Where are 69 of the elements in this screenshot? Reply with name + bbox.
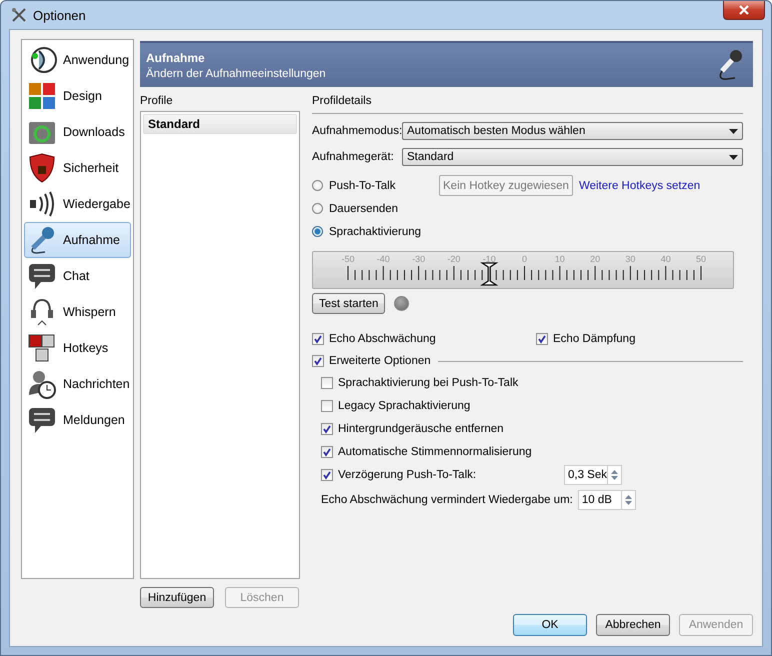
checkbox[interactable]: [312, 333, 324, 345]
hotkey-button[interactable]: Kein Hotkey zugewiesen: [439, 175, 573, 196]
close-icon: [738, 5, 750, 15]
spin-arrows-icon[interactable]: [607, 466, 621, 484]
option-label: Hintergrundgeräusche entfernen: [338, 422, 504, 434]
category-item[interactable]: Anwendung: [24, 42, 131, 78]
option-label: Automatische Stimmennormalisierung: [338, 446, 532, 458]
option-label: Verzögerung Push-To-Talk:: [338, 468, 478, 480]
slider-handle[interactable]: [480, 262, 498, 286]
checkbox[interactable]: [321, 376, 333, 388]
scale-labels: -50 -40 -30 -20 -10 0 10 20 30 40 50: [342, 254, 706, 264]
tools-icon: [11, 7, 27, 23]
category-item[interactable]: Nachrichten: [24, 366, 131, 402]
page-title: Aufnahme: [146, 50, 206, 64]
hotkeys-link[interactable]: Weitere Hotkeys setzen: [578, 180, 700, 192]
radio-label: Dauersenden: [329, 202, 400, 214]
dropdown[interactable]: Standard: [402, 148, 743, 166]
spin-arrows-icon[interactable]: [620, 490, 635, 508]
tiles-icon: [27, 81, 57, 111]
caret-icon: [729, 128, 738, 134]
profile-button[interactable]: Hinzufügen: [140, 587, 214, 608]
close-button[interactable]: [723, 1, 765, 20]
details-label: Profildetails: [312, 94, 372, 109]
checkbox[interactable]: [312, 355, 324, 367]
category-item[interactable]: Chat: [24, 258, 131, 294]
dialog-button[interactable]: Abbrechen: [596, 614, 670, 636]
field-label: Aufnahmemodus:: [312, 125, 402, 137]
radio-button[interactable]: [312, 203, 323, 214]
radio-button[interactable]: [312, 226, 323, 237]
shield-icon: [27, 153, 57, 183]
radio-label: Sprachaktivierung: [329, 226, 422, 238]
keys-icon: [27, 333, 57, 363]
spin-box[interactable]: 10 dB: [578, 490, 636, 510]
speaker-icon: [27, 189, 57, 219]
category-item[interactable]: Downloads: [24, 114, 131, 150]
field-label: Aufnahmegerät:: [312, 151, 395, 163]
caret-icon: [729, 154, 738, 160]
profiles-label: Profile: [140, 94, 174, 109]
profile-item[interactable]: Standard: [143, 114, 297, 134]
clock-icon: [27, 369, 57, 399]
dropdown[interactable]: Automatisch besten Modus wählen: [402, 122, 743, 140]
radio-label: Push-To-Talk: [329, 180, 396, 192]
page-subtitle: Ändern der Aufnahmeeinstellungen: [146, 68, 327, 80]
option-label: Echo Abschwächung vermindert Wiedergabe um:: [321, 494, 573, 506]
category-item[interactable]: Sicherheit: [24, 150, 131, 186]
group-label: Erweiterte Optionen: [329, 355, 431, 367]
category-item[interactable]: Aufnahme: [24, 222, 131, 258]
checkbox[interactable]: [321, 446, 333, 458]
status-light: [394, 296, 410, 311]
category-item[interactable]: Hotkeys: [24, 330, 131, 366]
window-title: Optionen: [33, 8, 86, 22]
category-item[interactable]: Whispern: [24, 294, 131, 330]
checkbox-label: Echo Abschwächung: [329, 333, 436, 345]
checkbox[interactable]: [536, 333, 548, 345]
checkbox[interactable]: [321, 422, 333, 434]
category-item[interactable]: Design: [24, 78, 131, 114]
chat-icon: [27, 261, 57, 291]
dialog-button[interactable]: OK: [513, 614, 587, 636]
checkbox[interactable]: [321, 400, 333, 412]
option-label: Sprachaktivierung bei Push-To-Talk: [338, 376, 518, 388]
option-label: Legacy Sprachaktivierung: [338, 400, 470, 412]
checkbox-label: Echo Dämpfung: [553, 333, 636, 345]
test-button[interactable]: Test starten: [312, 293, 386, 314]
spin-box[interactable]: 0,3 Sek: [564, 464, 622, 484]
message-icon: [27, 405, 57, 435]
checkbox[interactable]: [321, 468, 333, 480]
category-item[interactable]: Meldungen: [24, 402, 131, 438]
category-item[interactable]: Wiedergabe: [24, 186, 131, 222]
radio-button[interactable]: [312, 180, 323, 191]
